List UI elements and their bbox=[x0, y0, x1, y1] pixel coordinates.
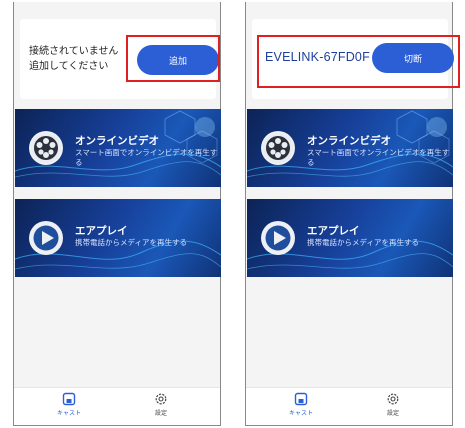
online-video-banner[interactable]: オンラインビデオ スマート画面でオンラインビデオを再生する bbox=[15, 109, 221, 187]
message-line-1: 接続されていません bbox=[29, 46, 119, 57]
tab-settings-label: 設定 bbox=[386, 410, 399, 417]
phone-screen-disconnected: 接続されていません 追加してください 追加 オンラインビデオ スマート画面でオン… bbox=[13, 2, 221, 426]
phone-screen-connected: EVELINK-67FD0F 切断 オンラインビデオ スマート画面でオンラインビ bbox=[245, 2, 454, 426]
tab-settings-label: 設定 bbox=[154, 410, 167, 417]
tab-cast[interactable]: キャスト bbox=[276, 392, 326, 422]
banner-description: 携帯電話からメディアを再生する bbox=[75, 238, 187, 247]
connection-card: 接続されていません 追加してください 追加 bbox=[20, 19, 219, 99]
play-icon bbox=[29, 221, 63, 255]
banner-description: 携帯電話からメディアを再生する bbox=[307, 238, 419, 247]
tab-settings[interactable]: 設定 bbox=[136, 392, 186, 422]
tab-cast-label: キャスト bbox=[288, 410, 313, 417]
airplay-banner[interactable]: エアプレイ 携帯電話からメディアを再生する bbox=[15, 199, 221, 277]
connection-card: EVELINK-67FD0F 切断 bbox=[252, 19, 454, 99]
banner-title: オンラインビデオ bbox=[75, 135, 159, 147]
film-reel-icon bbox=[261, 131, 295, 165]
banner-title: オンラインビデオ bbox=[307, 135, 391, 147]
banner-description: スマート画面でオンラインビデオを再生する bbox=[307, 148, 450, 167]
gear-icon bbox=[387, 393, 399, 405]
cast-icon bbox=[62, 392, 76, 406]
banner-title: エアプレイ bbox=[307, 225, 360, 237]
not-connected-message: 接続されていません 追加してください bbox=[29, 44, 118, 74]
message-line-2: 追加してください bbox=[29, 61, 109, 72]
tab-settings[interactable]: 設定 bbox=[368, 392, 418, 422]
bottom-tab-bar: キャスト 設定 bbox=[246, 387, 452, 425]
disconnect-button[interactable]: 切断 bbox=[372, 43, 454, 73]
tab-cast-label: キャスト bbox=[56, 410, 81, 417]
gear-icon bbox=[155, 393, 167, 405]
banner-title: エアプレイ bbox=[75, 225, 128, 237]
online-video-banner[interactable]: オンラインビデオ スマート画面でオンラインビデオを再生する bbox=[247, 109, 453, 187]
connected-device-name: EVELINK-67FD0F bbox=[265, 50, 370, 64]
bottom-tab-bar: キャスト 設定 bbox=[14, 387, 220, 425]
film-reel-icon bbox=[29, 131, 63, 165]
add-button[interactable]: 追加 bbox=[137, 45, 219, 75]
airplay-banner[interactable]: エアプレイ 携帯電話からメディアを再生する bbox=[247, 199, 453, 277]
cast-icon bbox=[294, 392, 308, 406]
banner-description: スマート画面でオンラインビデオを再生する bbox=[75, 148, 218, 167]
tab-cast[interactable]: キャスト bbox=[44, 392, 94, 422]
play-icon bbox=[261, 221, 295, 255]
